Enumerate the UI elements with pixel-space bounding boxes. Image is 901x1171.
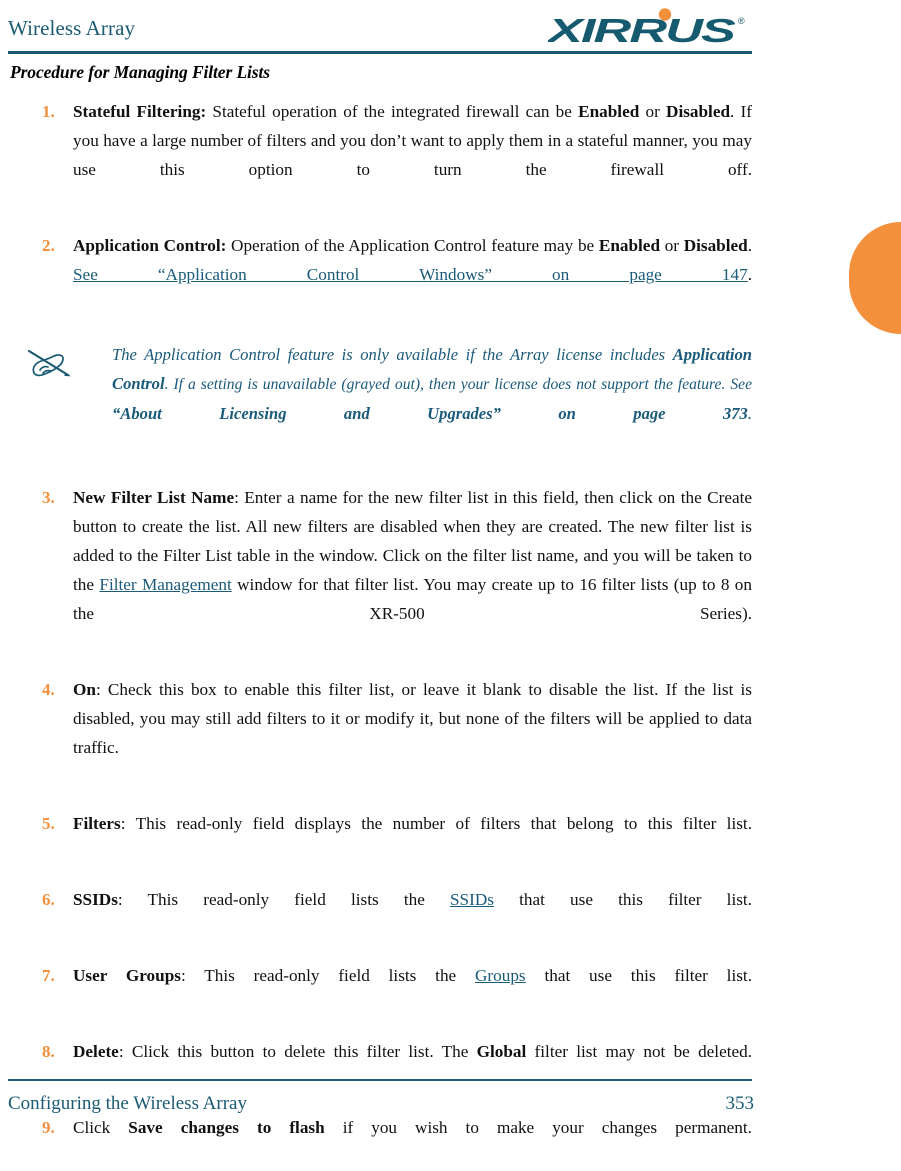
- footer-chapter-title: Configuring the Wireless Array: [8, 1093, 247, 1114]
- list-item-text: On: Check this box to enable this filter…: [73, 675, 752, 791]
- step-label: Stateful Filtering:: [73, 102, 207, 121]
- step-label: On: [73, 680, 96, 699]
- svg-text:XIRRUS: XIRRUS: [548, 12, 736, 48]
- list-item: 5. Filters: This read-only field display…: [0, 809, 901, 867]
- step-text: Operation of the Application Control fea…: [226, 236, 599, 255]
- page-content: Procedure for Managing Filter Lists 1. S…: [0, 62, 901, 1171]
- list-item: 4. On: Check this box to enable this fil…: [0, 675, 901, 791]
- page-header: Wireless Array XIRRUS ®: [0, 0, 901, 56]
- step-label: SSIDs: [73, 890, 118, 909]
- step-emphasis: Enabled: [578, 102, 640, 121]
- cross-reference-link[interactable]: Groups: [475, 966, 526, 985]
- step-text: : This read-only field displays the numb…: [120, 814, 752, 833]
- step-emphasis: Disabled: [666, 102, 731, 121]
- list-item-text: New Filter List Name: Enter a name for t…: [73, 483, 752, 657]
- xirrus-logo: XIRRUS ®: [548, 8, 753, 48]
- list-item-text: SSIDs: This read-only field lists the SS…: [73, 885, 752, 943]
- list-item-text: Stateful Filtering: Stateful operation o…: [73, 97, 752, 213]
- header-divider: [8, 51, 752, 54]
- step-label: User Groups: [73, 966, 181, 985]
- cross-reference-link[interactable]: See “Application Control Windows” on pag…: [73, 265, 748, 284]
- section-heading: Procedure for Managing Filter Lists: [10, 62, 270, 82]
- step-label: Filters: [73, 814, 121, 833]
- list-item-number: 4.: [42, 680, 55, 699]
- step-text: or: [660, 236, 684, 255]
- list-item: 6. SSIDs: This read-only field lists the…: [0, 885, 901, 943]
- note-callout: The Application Control feature is only …: [0, 340, 901, 457]
- step-text: : Click this button to delete this filte…: [118, 1042, 477, 1061]
- step-text: .: [747, 265, 752, 284]
- list-item-number: 8.: [42, 1042, 55, 1061]
- list-item-number: 7.: [42, 966, 55, 985]
- page-footer: Configuring the Wireless Array 353: [0, 1079, 901, 1137]
- step-label: New Filter List Name: [73, 488, 235, 507]
- svg-text:®: ®: [738, 16, 745, 26]
- cross-reference-link[interactable]: SSIDs: [450, 890, 494, 909]
- list-item-number: 1.: [42, 102, 55, 121]
- step-text: that use this filter list.: [493, 890, 752, 909]
- step-emphasis: Disabled: [683, 236, 748, 255]
- step-text: Stateful operation of the integrated fir…: [206, 102, 579, 121]
- step-text: : This read-only field lists the: [117, 890, 450, 909]
- list-item: 7. User Groups: This read-only field lis…: [0, 961, 901, 1019]
- list-item: 3. New Filter List Name: Enter a name fo…: [0, 483, 901, 657]
- procedure-list: 1. Stateful Filtering: Stateful operatio…: [0, 97, 901, 1171]
- note-pencil-icon: [26, 342, 74, 382]
- list-item-number: 6.: [42, 890, 55, 909]
- note-segment: .: [747, 404, 752, 423]
- list-item-number: 5.: [42, 814, 55, 833]
- list-item-text: User Groups: This read-only field lists …: [73, 961, 752, 1019]
- note-cross-reference: “About Licensing and Upgrades” on page 3…: [112, 404, 748, 423]
- note-text: The Application Control feature is only …: [112, 340, 752, 457]
- list-item: 1. Stateful Filtering: Stateful operatio…: [0, 97, 901, 213]
- document-page: Wireless Array XIRRUS ® Procedure for Ma…: [0, 0, 901, 1137]
- step-text: that use this filter list.: [525, 966, 752, 985]
- step-label: Delete: [73, 1042, 119, 1061]
- step-emphasis: Global: [476, 1042, 527, 1061]
- list-item-number: 2.: [42, 236, 55, 255]
- note-segment: . If a setting is unavailable (grayed ou…: [164, 376, 752, 393]
- step-text: : This read-only field lists the: [180, 966, 476, 985]
- step-text: .: [747, 236, 752, 255]
- list-item-text: Filters: This read-only field displays t…: [73, 809, 752, 867]
- list-item-number: 3.: [42, 488, 55, 507]
- footer-divider: [8, 1079, 752, 1081]
- header-title: Wireless Array: [8, 16, 136, 40]
- step-text: or: [639, 102, 667, 121]
- step-text: : Check this box to enable this filter l…: [73, 680, 752, 757]
- list-item-text: Application Control: Operation of the Ap…: [73, 231, 752, 318]
- note-segment: The Application Control feature is only …: [112, 345, 673, 364]
- step-text: filter list may not be deleted.: [526, 1042, 752, 1061]
- page-number: 353: [725, 1093, 755, 1114]
- step-label: Application Control:: [73, 236, 227, 255]
- list-item: 2. Application Control: Operation of the…: [0, 231, 901, 318]
- step-emphasis: Enabled: [598, 236, 660, 255]
- cross-reference-link[interactable]: Filter Management: [99, 575, 231, 594]
